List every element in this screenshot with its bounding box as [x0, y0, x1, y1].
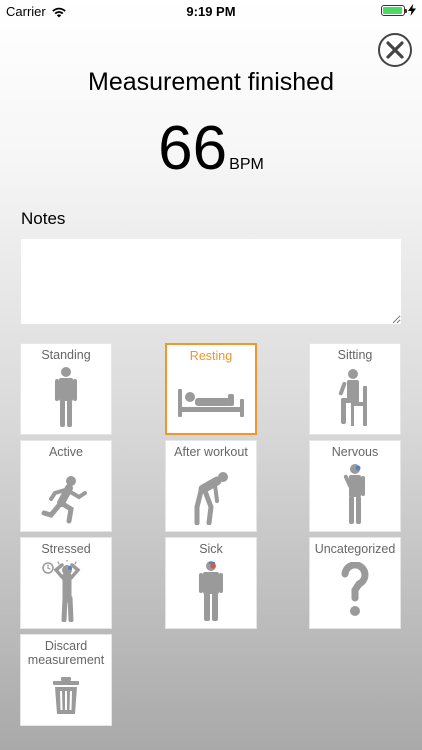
- tag-label: Uncategorized: [314, 542, 396, 556]
- stressed-person-icon: [42, 560, 81, 622]
- status-time: 9:19 PM: [186, 4, 236, 19]
- sick-person-icon: [199, 561, 223, 621]
- bpm-unit: BPM: [229, 156, 264, 173]
- tag-tile-standing[interactable]: Standing: [20, 343, 112, 435]
- tag-label: Sitting: [337, 348, 373, 362]
- question-mark-icon: [341, 562, 369, 616]
- tag-tile-after-workout[interactable]: After workout: [165, 440, 257, 532]
- close-button[interactable]: [378, 33, 412, 67]
- tag-label: Active: [48, 445, 84, 459]
- standing-person-icon: [55, 367, 77, 427]
- tag-label: After workout: [174, 445, 248, 459]
- tag-label: Resting: [189, 349, 233, 363]
- tag-tile-discard[interactable]: Discard measurement: [20, 634, 112, 726]
- tag-tile-sick[interactable]: Sick: [165, 537, 257, 629]
- sitting-chair-icon: [338, 369, 367, 426]
- running-person-icon: [41, 476, 87, 524]
- tag-tile-uncategorized[interactable]: Uncategorized: [309, 537, 401, 629]
- tag-label: Standing: [41, 348, 91, 362]
- page-title: Measurement finished: [88, 68, 334, 96]
- status-bar: Carrier 9:19 PM: [0, 0, 422, 22]
- tag-label: Sick: [199, 542, 223, 556]
- tag-tile-resting[interactable]: Resting: [165, 343, 257, 435]
- tag-label: Stressed: [41, 542, 91, 556]
- notes-label: Notes: [21, 209, 66, 228]
- battery-cap: [405, 8, 407, 13]
- notes-input[interactable]: [21, 239, 401, 324]
- close-icon: [386, 41, 404, 59]
- resting-bed-icon: [178, 389, 244, 417]
- trash-icon: [53, 677, 79, 714]
- tag-label: Nervous: [331, 445, 379, 459]
- tag-tile-stressed[interactable]: Stressed: [20, 537, 112, 629]
- bpm-display: 66 BPM: [0, 118, 422, 180]
- nervous-person-icon: [343, 464, 365, 524]
- tired-person-icon: [194, 472, 228, 525]
- status-right: [381, 4, 416, 16]
- tag-tile-sitting[interactable]: Sitting: [309, 343, 401, 435]
- charging-bolt-icon: [408, 4, 416, 16]
- tag-tile-nervous[interactable]: Nervous: [309, 440, 401, 532]
- bpm-value: 66: [158, 114, 228, 183]
- battery-icon: [381, 4, 407, 16]
- battery-fill: [383, 6, 402, 14]
- tag-label: Discard measurement: [27, 639, 105, 667]
- tag-tile-active[interactable]: Active: [20, 440, 112, 532]
